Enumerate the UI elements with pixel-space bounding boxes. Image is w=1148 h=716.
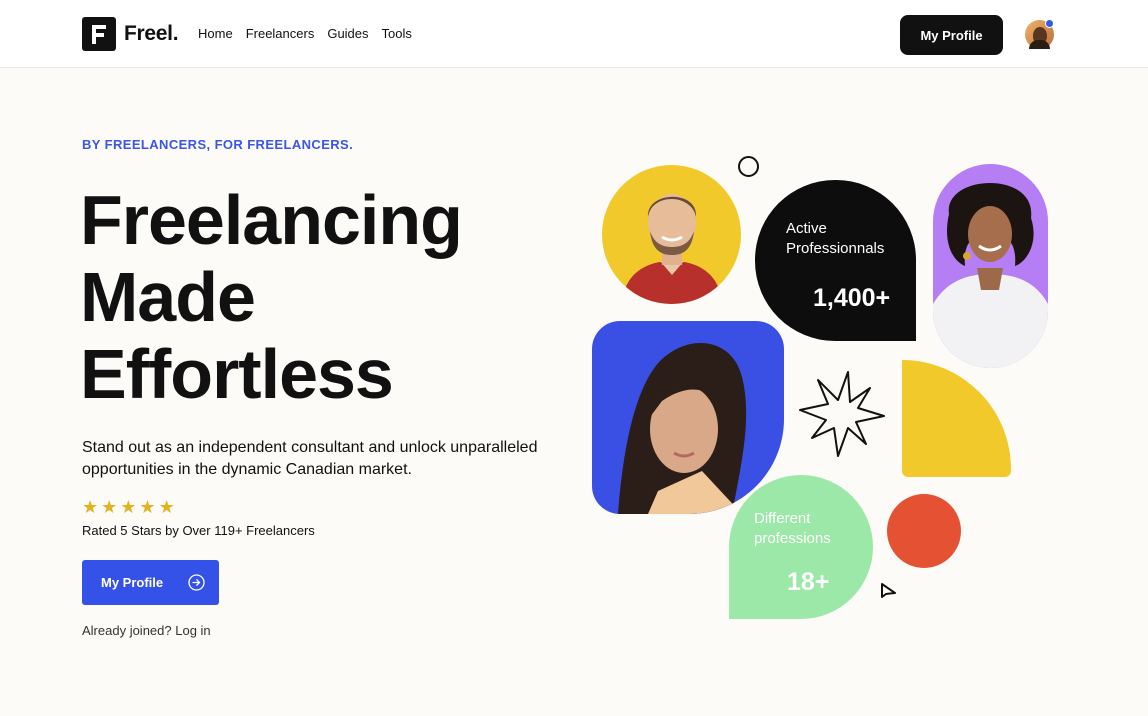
rating-stars: ★ ★ ★ ★ ★ (82, 498, 175, 516)
main-nav: Home Freelancers Guides Tools (198, 26, 412, 41)
hero-eyebrow: BY FREELANCERS, FOR FREELANCERS. (82, 137, 354, 152)
logo-text: Freel. (124, 22, 179, 45)
photo-woman-long-hair (592, 321, 784, 514)
logo-mark-icon (82, 17, 116, 51)
woman-portrait-icon (618, 342, 747, 514)
professions-label-line-1: Different (754, 510, 811, 527)
star-icon: ★ (139, 497, 156, 517)
headline-line-3: Effortless (80, 335, 394, 413)
logo[interactable]: Freel. (82, 17, 179, 51)
star-icon: ★ (120, 497, 137, 517)
active-professionals-count: 1,400+ (813, 284, 891, 312)
nav-guides[interactable]: Guides (327, 26, 368, 41)
cta-my-profile-button[interactable]: My Profile (82, 560, 219, 605)
red-circle-shape (887, 494, 961, 568)
photo-man-smiling (602, 165, 741, 304)
login-link[interactable]: Already joined? Log in (82, 623, 211, 638)
triangle-pointer-icon (881, 583, 896, 598)
headline-line-2: Made (80, 258, 256, 336)
rating-text: Rated 5 Stars by Over 119+ Freelancers (82, 523, 315, 538)
active-label-line-2: Professionnals (786, 240, 885, 257)
nav-home[interactable]: Home (198, 26, 233, 41)
star-icon: ★ (82, 497, 99, 517)
professions-count: 18+ (787, 568, 830, 596)
arrow-circle-right-icon (188, 574, 205, 591)
woman-portrait-icon (933, 183, 1048, 368)
my-profile-button[interactable]: My Profile (900, 15, 1003, 55)
top-navbar: Freel. Home Freelancers Guides Tools My … (0, 0, 1148, 68)
ring-decoration-icon (738, 156, 759, 177)
man-portrait-icon (622, 194, 722, 304)
nav-freelancers[interactable]: Freelancers (246, 26, 315, 41)
hero-subtext: Stand out as an independent consultant a… (82, 439, 538, 478)
notification-dot-icon (1045, 19, 1054, 28)
headline-line-1: Freelancing (80, 181, 463, 259)
hero-headline: Freelancing Made Effortless (80, 182, 560, 413)
star-icon: ★ (101, 497, 118, 517)
star-icon: ★ (158, 497, 175, 517)
professions-label-line-2: professions (754, 530, 831, 547)
cta-label: My Profile (101, 575, 164, 590)
active-professionals-card: Active Professionnals 1,400+ (755, 180, 916, 341)
yellow-quarter-shape (902, 360, 1011, 477)
user-avatar[interactable] (1025, 19, 1054, 49)
professions-card: Different professions 18+ (729, 475, 873, 619)
active-label-line-1: Active (786, 220, 827, 237)
photo-woman-curly-hair (933, 164, 1048, 368)
nav-tools[interactable]: Tools (382, 26, 412, 41)
sparkle-star-icon (799, 371, 885, 457)
